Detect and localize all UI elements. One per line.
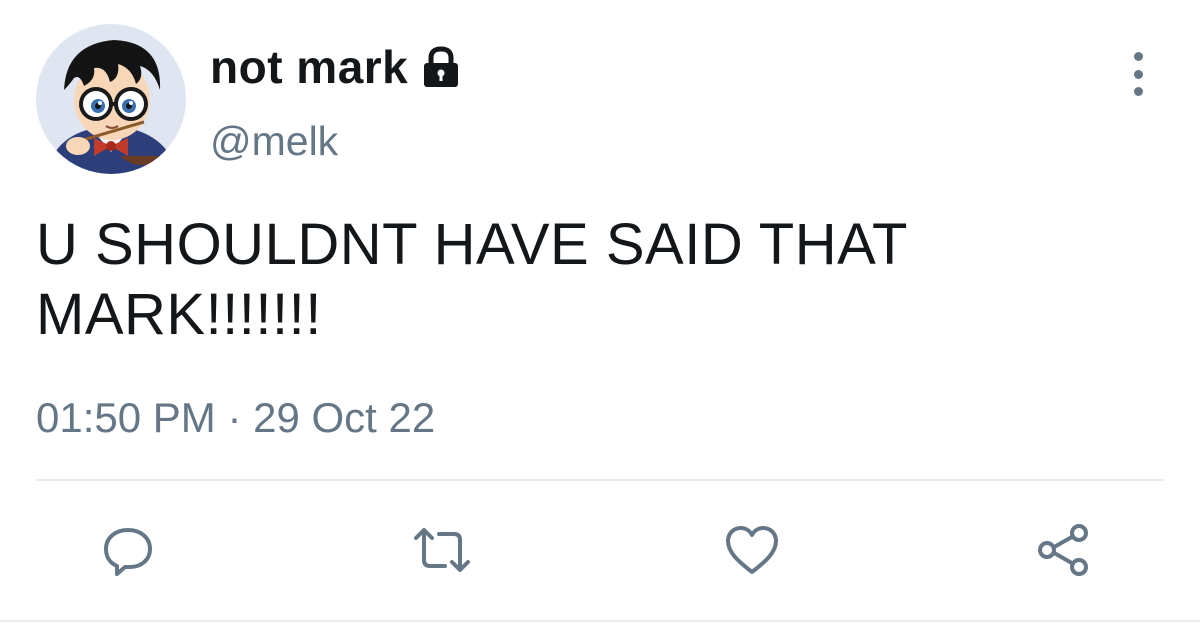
reply-button[interactable]	[98, 520, 158, 580]
tweet-time: 01:50 PM	[36, 394, 216, 441]
tweet-timestamp[interactable]: 01:50 PM · 29 Oct 22	[36, 394, 435, 442]
tweet-card: not mark @melk U SHOULDNT HAVE SAID THAT…	[0, 0, 1200, 638]
reply-icon	[104, 528, 152, 576]
avatar[interactable]	[36, 24, 186, 174]
retweet-icon	[414, 528, 470, 572]
like-button[interactable]	[722, 520, 782, 580]
tweet-text: U SHOULDNT HAVE SAID THAT MARK!!!!!!!	[36, 210, 1156, 350]
tweet-text-line-2: MARK!!!!!!!	[36, 282, 322, 347]
lock-icon	[418, 44, 464, 90]
more-dot	[1133, 69, 1143, 79]
divider	[36, 479, 1164, 481]
more-dot	[1133, 52, 1143, 61]
retweet-button[interactable]	[412, 520, 472, 580]
bottom-divider	[0, 620, 1200, 622]
share-icon	[1038, 524, 1088, 576]
user-name-row[interactable]: not mark	[210, 40, 464, 94]
more-options-icon[interactable]	[1122, 52, 1154, 96]
tweet-date: 29 Oct 22	[253, 394, 436, 441]
display-name[interactable]: not mark	[210, 40, 408, 94]
user-handle[interactable]: @melk	[210, 118, 338, 165]
tweet-text-line-1: U SHOULDNT HAVE SAID THAT	[36, 212, 908, 277]
anime-avatar-icon	[36, 24, 186, 174]
like-icon	[726, 526, 778, 574]
more-dot	[1133, 87, 1143, 96]
meta-separator: ·	[227, 394, 242, 441]
share-button[interactable]	[1034, 520, 1094, 580]
